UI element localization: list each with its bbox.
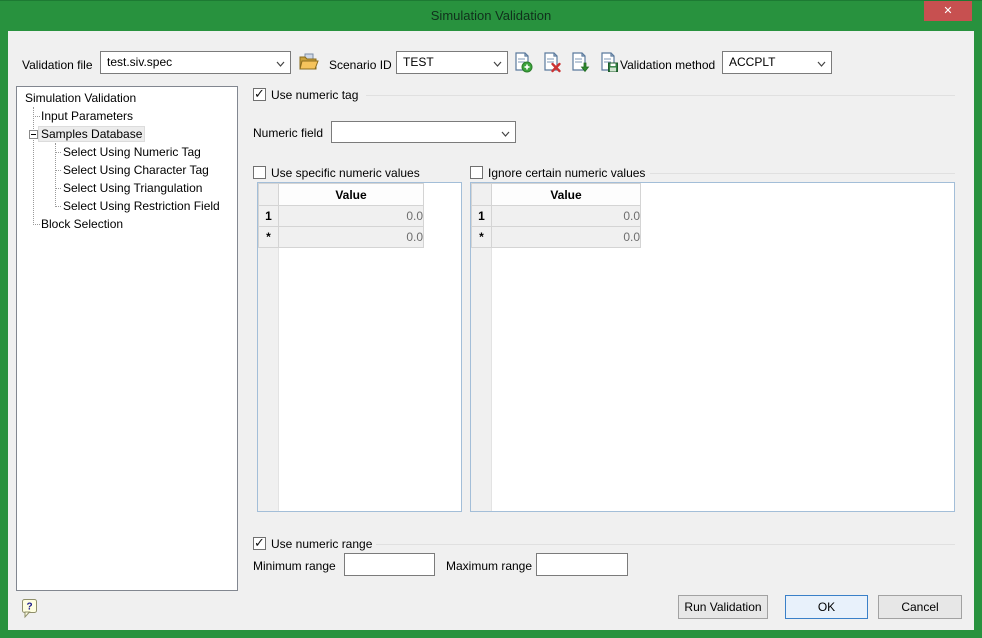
maximum-range-label: Maximum range	[446, 559, 532, 573]
use-numeric-tag-checkbox[interactable]: ✓ Use numeric tag	[253, 88, 358, 104]
tree-item-input-parameters[interactable]: Input Parameters	[38, 107, 136, 125]
table-row[interactable]: 1 0.0	[259, 206, 424, 227]
help-icon[interactable]: ?	[20, 598, 40, 620]
use-numeric-tag-label: Use numeric tag	[271, 88, 358, 102]
tree-item-select-triangulation[interactable]: Select Using Triangulation	[60, 179, 205, 197]
group-separator	[366, 95, 955, 96]
tree-item-select-numeric-tag[interactable]: Select Using Numeric Tag	[60, 143, 204, 161]
checkbox-checked-icon: ✓	[253, 537, 266, 550]
svg-text:?: ?	[26, 602, 32, 613]
value-cell[interactable]: 0.0	[492, 206, 641, 227]
validation-file-combobox[interactable]: test.siv.spec	[100, 51, 291, 74]
use-specific-values-label: Use specific numeric values	[271, 166, 420, 180]
cancel-button[interactable]: Cancel	[878, 595, 962, 619]
scenario-id-label: Scenario ID	[329, 58, 392, 72]
tree-item-select-character-tag[interactable]: Select Using Character Tag	[60, 161, 212, 179]
use-specific-values-checkbox[interactable]: Use specific numeric values	[253, 166, 420, 182]
import-scenario-icon[interactable]	[569, 51, 591, 73]
titlebar[interactable]: Simulation Validation ✕	[0, 1, 982, 31]
navigation-tree[interactable]: Simulation Validation Input Parameters S…	[16, 86, 238, 591]
table-corner-cell	[259, 184, 279, 206]
checkbox-checked-icon: ✓	[253, 88, 266, 101]
scenario-id-value: TEST	[403, 55, 434, 69]
checkbox-unchecked-icon	[253, 166, 266, 179]
ignore-values-table-panel[interactable]: Value 1 0.0 * 0.0	[470, 182, 955, 512]
window-title: Simulation Validation	[0, 8, 982, 23]
checkbox-unchecked-icon	[470, 166, 483, 179]
validation-method-label: Validation method	[620, 58, 715, 72]
specific-values-table-panel[interactable]: Value 1 0.0 * 0.0	[257, 182, 462, 512]
ignore-values-label: Ignore certain numeric values	[488, 166, 645, 180]
validation-method-value: ACCPLT	[729, 55, 775, 69]
validation-file-label: Validation file	[22, 58, 93, 72]
table-row[interactable]: 1 0.0	[472, 206, 641, 227]
scenario-id-combobox[interactable]: TEST	[396, 51, 508, 74]
chevron-down-icon	[817, 61, 824, 68]
table-corner-cell	[472, 184, 492, 206]
collapse-expander-icon[interactable]	[29, 130, 38, 139]
numeric-field-combobox[interactable]	[331, 121, 516, 143]
maximum-range-input[interactable]	[536, 553, 628, 576]
table-row[interactable]: * 0.0	[472, 227, 641, 248]
dialog-body: Validation file test.siv.spec Scenario I…	[8, 31, 974, 630]
value-cell[interactable]: 0.0	[279, 206, 424, 227]
chevron-down-icon	[276, 61, 283, 68]
minimum-range-label: Minimum range	[253, 559, 336, 573]
minimum-range-input[interactable]	[344, 553, 435, 576]
tree-item-simulation-validation[interactable]: Simulation Validation	[22, 89, 139, 107]
use-numeric-range-label: Use numeric range	[271, 537, 372, 551]
tree-item-samples-database[interactable]: Samples Database	[38, 125, 145, 143]
tree-item-block-selection[interactable]: Block Selection	[38, 215, 126, 233]
run-validation-button[interactable]: Run Validation	[678, 595, 768, 619]
chevron-down-icon	[493, 61, 500, 68]
specific-values-table[interactable]: Value 1 0.0 * 0.0	[258, 183, 424, 248]
group-separator	[650, 173, 955, 174]
ignore-values-table[interactable]: Value 1 0.0 * 0.0	[471, 183, 641, 248]
table-row[interactable]: * 0.0	[259, 227, 424, 248]
value-cell[interactable]: 0.0	[492, 227, 641, 248]
value-column-header: Value	[492, 184, 641, 206]
close-icon[interactable]: ✕	[924, 1, 972, 21]
validation-method-combobox[interactable]: ACCPLT	[722, 51, 832, 74]
save-scenario-icon[interactable]	[598, 51, 620, 73]
group-separator	[376, 544, 955, 545]
tree-item-select-restriction-field[interactable]: Select Using Restriction Field	[60, 197, 223, 215]
simulation-validation-dialog: Simulation Validation ✕ Validation file …	[0, 0, 982, 638]
chevron-down-icon	[501, 131, 508, 138]
ignore-values-checkbox[interactable]: Ignore certain numeric values	[470, 166, 645, 182]
ok-button[interactable]: OK	[785, 595, 868, 619]
tree-connector	[33, 107, 34, 225]
new-scenario-icon[interactable]	[512, 51, 534, 73]
use-numeric-range-checkbox[interactable]: ✓ Use numeric range	[253, 537, 372, 553]
validation-file-value: test.siv.spec	[107, 55, 172, 69]
value-column-header: Value	[279, 184, 424, 206]
numeric-field-label: Numeric field	[253, 126, 323, 140]
open-folder-icon[interactable]	[297, 51, 319, 73]
delete-scenario-icon[interactable]	[541, 51, 563, 73]
value-cell[interactable]: 0.0	[279, 227, 424, 248]
